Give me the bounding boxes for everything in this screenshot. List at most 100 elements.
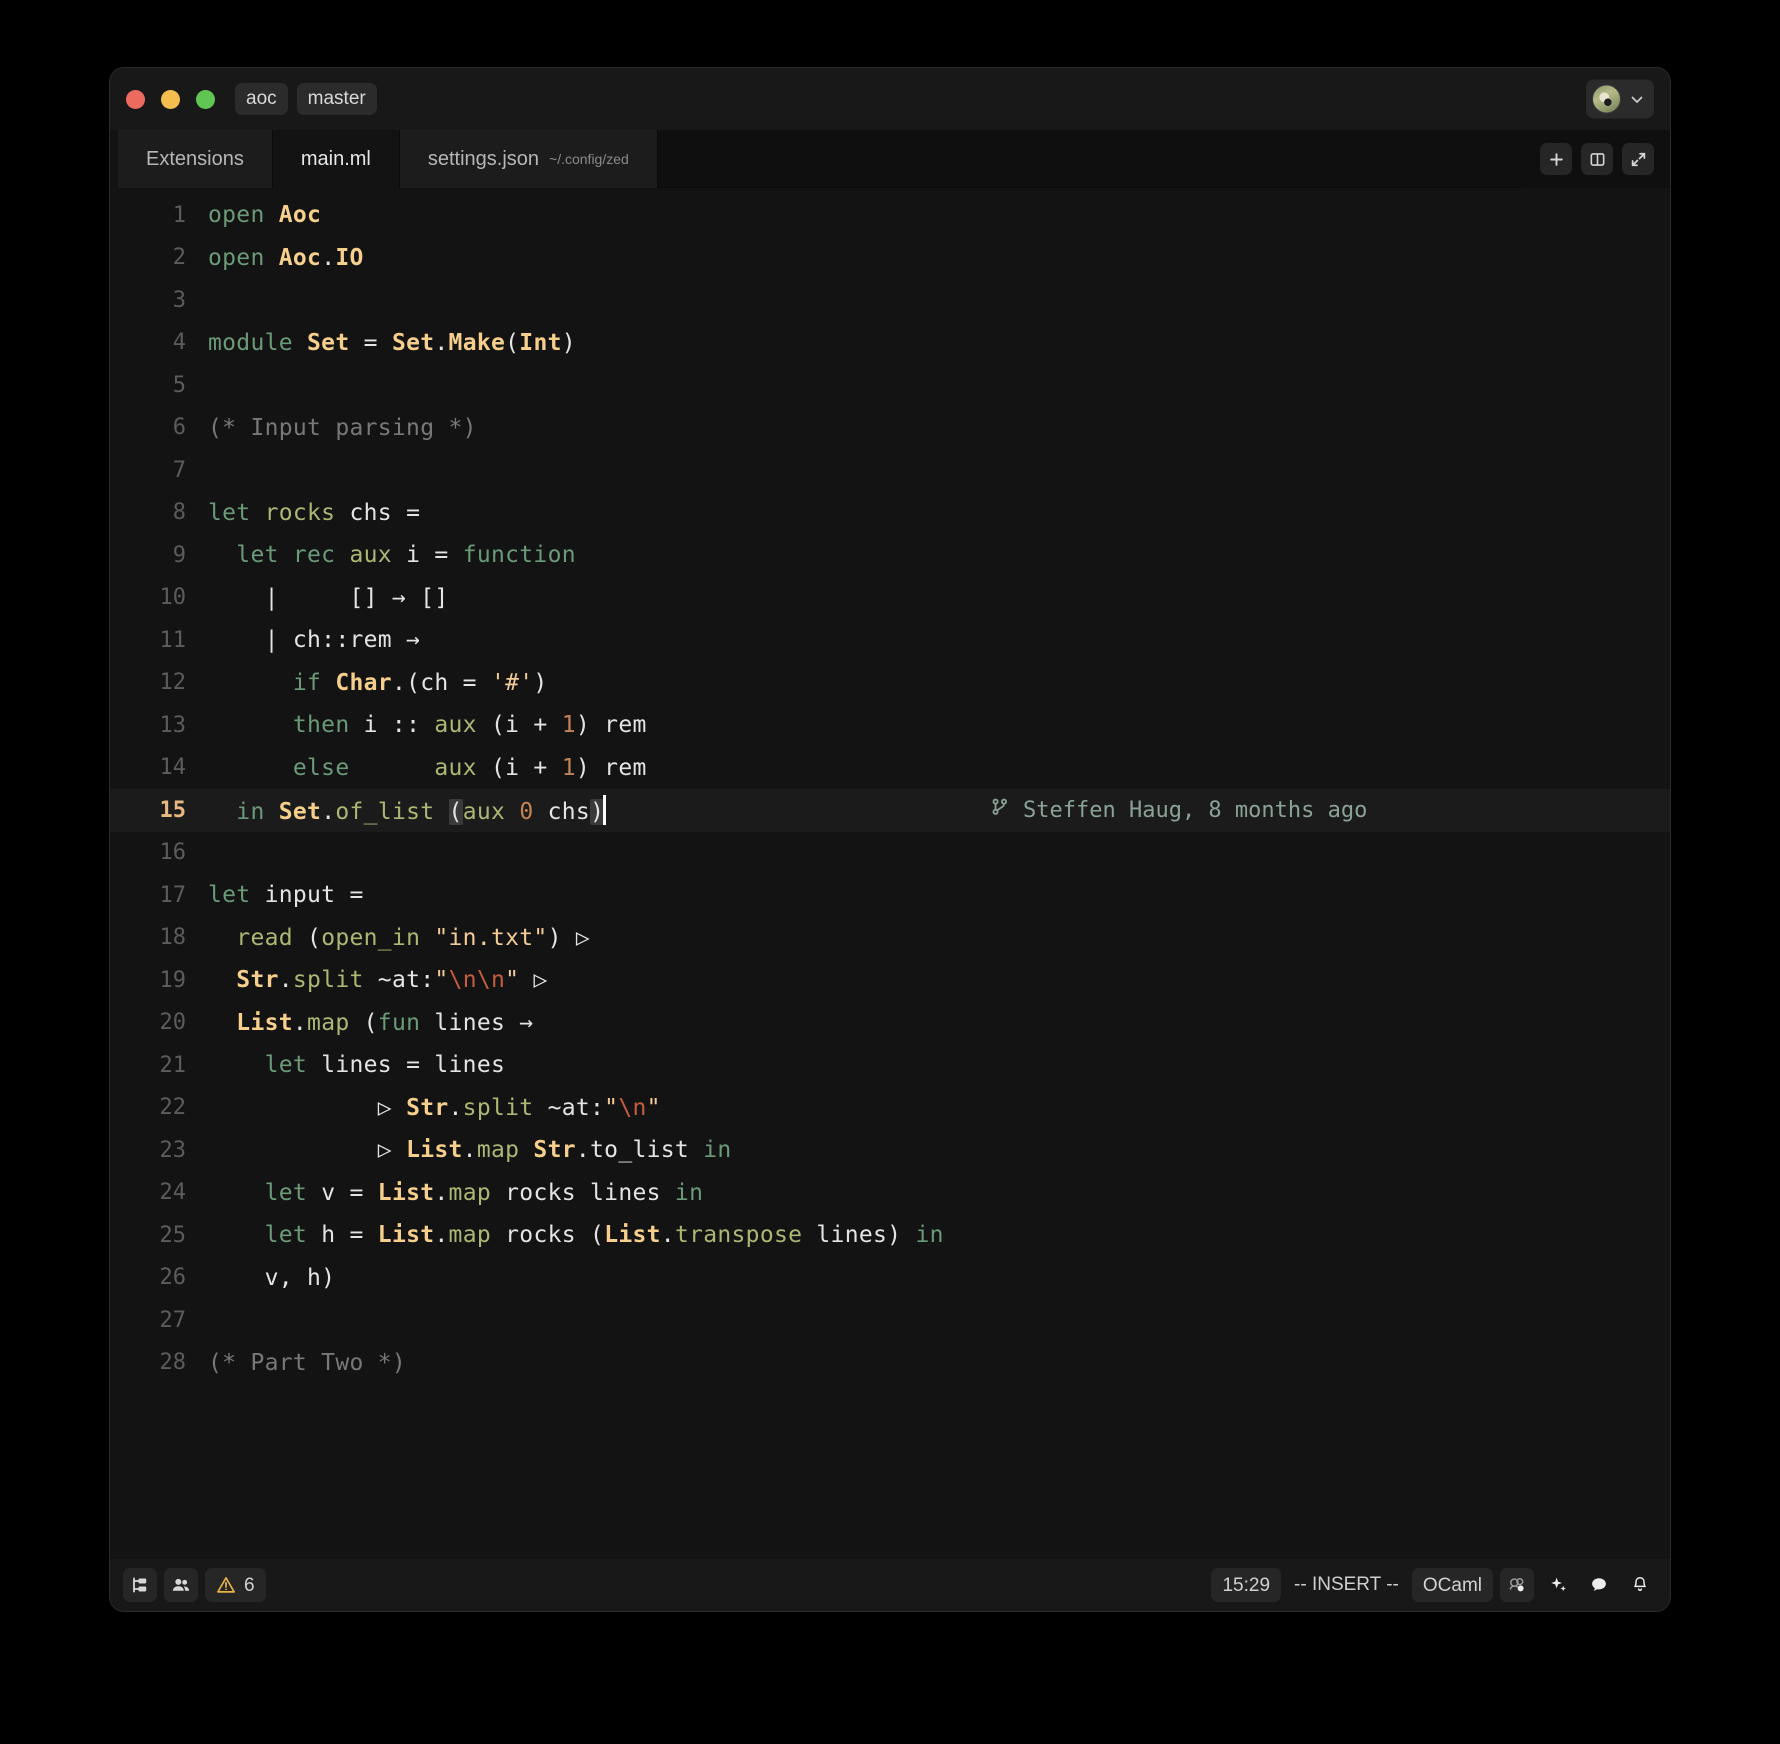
code-line[interactable]: 17 let input = <box>110 874 1670 917</box>
code-token: ) <box>590 799 605 826</box>
code-content: | [] → [] <box>208 585 1670 611</box>
code-token: . <box>321 799 336 826</box>
code-token: v = <box>307 1179 378 1206</box>
code-editor[interactable]: 1 open Aoc 2 open Aoc.IO 3 4 module Set = Set.… <box>110 188 1670 1559</box>
line-number: 8 <box>172 500 186 526</box>
code-token: fun <box>377 1009 421 1036</box>
expand-icon[interactable] <box>1622 143 1654 175</box>
code-line[interactable]: 12 if Char.(ch = '#') <box>110 662 1670 705</box>
code-token: map <box>307 1009 350 1036</box>
code-content: open Aoc.IO <box>208 245 1670 271</box>
code-line[interactable]: 9 let rec aux i = function <box>110 534 1670 577</box>
code-line[interactable]: 19 Str.split ~at:"\n\n" ▷ <box>110 959 1670 1002</box>
minimize-window-button[interactable] <box>161 89 180 109</box>
code-line[interactable]: 14 else aux (i + 1) rem <box>110 747 1670 790</box>
code-line[interactable]: 28 (* Part Two *) <box>110 1342 1670 1385</box>
code-token: chs = <box>335 499 421 526</box>
line-number: 3 <box>172 287 186 313</box>
code-line[interactable]: 25 let h = List.map rocks (List.transpos… <box>110 1214 1670 1257</box>
code-token: rocks ( <box>491 1222 605 1249</box>
code-token: ) rem <box>575 712 647 739</box>
code-line[interactable]: 22 ▷ Str.split ~at:"\n" <box>110 1087 1670 1130</box>
code-token: ) rem <box>575 754 647 781</box>
code-token: map <box>476 1137 520 1164</box>
code-content: open Aoc <box>208 202 1670 228</box>
tab-extensions[interactable]: Extensions <box>118 130 273 188</box>
code-line[interactable]: 16 <box>110 832 1670 875</box>
code-content: let rec aux i = function <box>208 542 1670 568</box>
code-line[interactable]: 1 open Aoc <box>110 194 1670 237</box>
notifications-button[interactable] <box>1623 1568 1657 1602</box>
code-content: | ch::rem → <box>208 627 1670 653</box>
code-line[interactable]: 21 let lines = lines <box>110 1044 1670 1087</box>
code-token: split <box>462 1094 534 1121</box>
code-token: . <box>292 1009 308 1036</box>
code-token: 1 <box>561 712 576 739</box>
diagnostics-button[interactable]: 6 <box>205 1568 266 1602</box>
breadcrumb-project[interactable]: aoc <box>235 82 288 116</box>
tab-bar-left-edge <box>110 130 118 188</box>
clock[interactable]: 15:29 <box>1211 1568 1282 1602</box>
code-line[interactable]: 6 (* Input parsing *) <box>110 407 1670 450</box>
chat-button[interactable] <box>1582 1568 1616 1602</box>
code-token: Set <box>307 329 350 356</box>
code-token: module <box>208 329 308 356</box>
code-token: ( <box>448 799 463 826</box>
code-line[interactable]: 18 read (open_in "in.txt") ▷ <box>110 917 1670 960</box>
assistant-button[interactable] <box>1541 1568 1575 1602</box>
code-line[interactable]: 4 module Set = Set.Make(Int) <box>110 322 1670 365</box>
code-token: of_list <box>335 799 435 826</box>
code-line[interactable]: 3 <box>110 279 1670 322</box>
code-line[interactable]: 15 in Set.of_list (aux 0 chs) Steffen Hau… <box>110 789 1670 832</box>
code-line[interactable]: 27 <box>110 1299 1670 1342</box>
tab-settings-json[interactable]: settings.json ~/.config/zed <box>399 130 658 188</box>
copilot-button[interactable] <box>1500 1568 1534 1602</box>
line-number: 17 <box>159 882 187 908</box>
title-bar: aoc master <box>110 68 1670 130</box>
code-token: ▷ <box>519 967 548 994</box>
user-menu-button[interactable] <box>1586 79 1654 119</box>
line-number: 4 <box>172 330 186 356</box>
line-number: 12 <box>159 670 187 696</box>
code-token: 0 <box>519 799 534 826</box>
vim-mode-indicator: -- INSERT -- <box>1294 1574 1399 1595</box>
code-line[interactable]: 7 <box>110 449 1670 492</box>
code-token: ▷ <box>208 1137 407 1164</box>
maximize-window-button[interactable] <box>196 89 215 109</box>
tab-label: settings.json <box>427 147 540 170</box>
code-line[interactable]: 10 | [] → [] <box>110 577 1670 620</box>
code-line[interactable]: 20 List.map (fun lines → <box>110 1002 1670 1045</box>
code-token: Int <box>519 329 562 356</box>
language-selector[interactable]: OCaml <box>1411 1568 1493 1602</box>
code-token: ( <box>505 329 520 356</box>
code-line[interactable]: 13 then i :: aux (i + 1) rem <box>110 704 1670 747</box>
code-content: let lines = lines <box>208 1052 1670 1078</box>
code-line[interactable]: 5 <box>110 364 1670 407</box>
code-token: lines → <box>420 1009 534 1036</box>
code-token: | [] → [] <box>208 584 449 611</box>
new-tab-button[interactable] <box>1540 143 1572 175</box>
code-line[interactable]: 11 | ch::rem → <box>110 619 1670 662</box>
code-token: lines = lines <box>307 1052 506 1079</box>
language-label: OCaml <box>1422 1574 1482 1596</box>
code-token: (* Input parsing *) <box>208 414 477 441</box>
close-window-button[interactable] <box>126 89 145 109</box>
tab-main-ml[interactable]: main.ml <box>272 130 400 188</box>
code-line[interactable]: 2 open Aoc.IO <box>110 237 1670 280</box>
code-line[interactable]: 23 ▷ List.map Str.to_list in <box>110 1129 1670 1172</box>
line-number: 16 <box>159 840 187 866</box>
code-line[interactable]: 8 let rocks chs = <box>110 492 1670 535</box>
breadcrumb-branch[interactable]: master <box>296 82 377 116</box>
collaborators-button[interactable] <box>164 1568 198 1602</box>
code-line[interactable]: 24 let v = List.map rocks lines in <box>110 1172 1670 1215</box>
tab-label: main.ml <box>300 147 371 170</box>
split-pane-button[interactable] <box>1581 143 1613 175</box>
project-panel-button[interactable] <box>123 1568 157 1602</box>
code-token: in <box>674 1179 704 1206</box>
code-line[interactable]: 26 v, h) <box>110 1257 1670 1300</box>
code-token: ~at: <box>363 967 435 994</box>
code-token: if <box>292 669 336 696</box>
